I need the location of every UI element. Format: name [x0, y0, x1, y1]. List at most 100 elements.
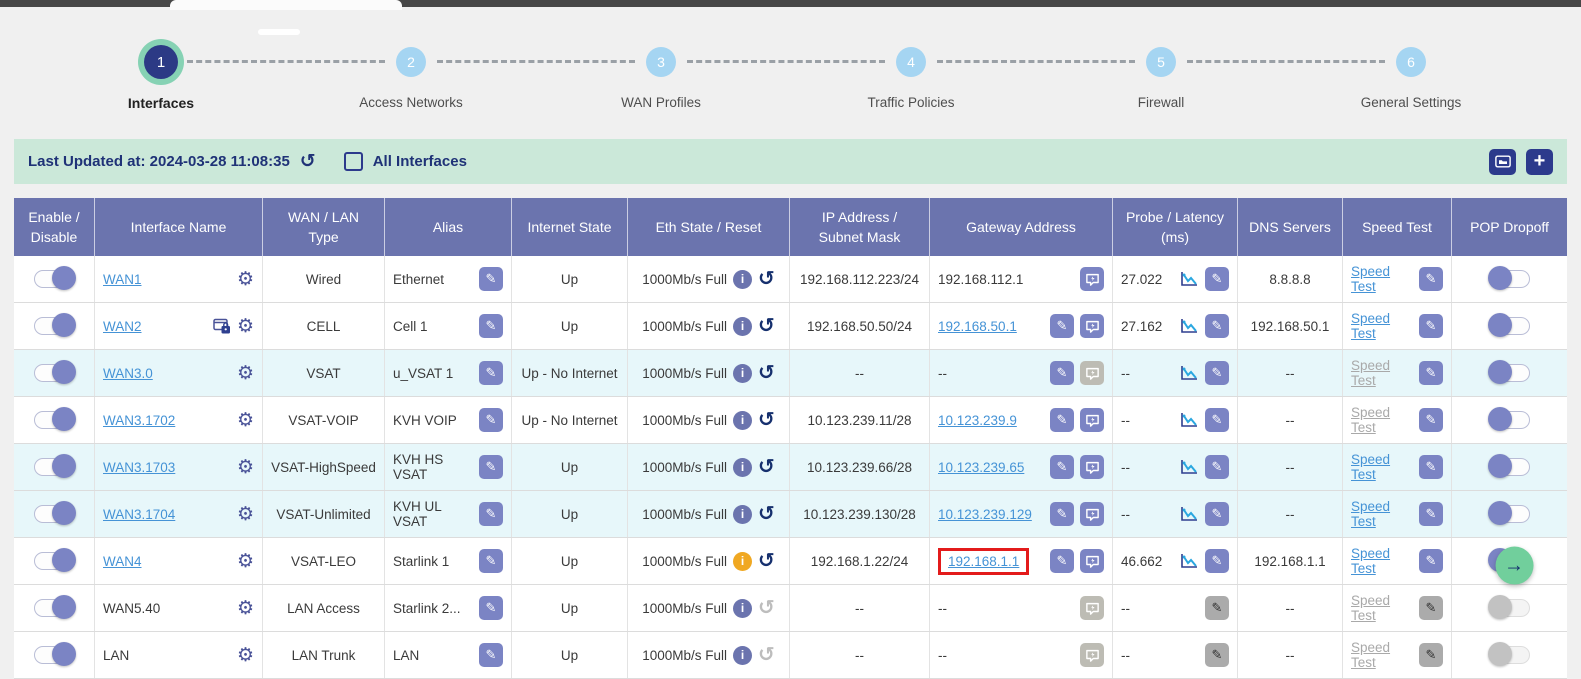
enable-toggle[interactable] [34, 505, 74, 523]
settings-gear-icon[interactable]: ⚙ [237, 364, 254, 383]
alias-edit-button[interactable]: ✎ [479, 502, 503, 526]
eth-reset-icon[interactable]: ↺ [758, 410, 775, 430]
settings-gear-icon[interactable]: ⚙ [237, 411, 254, 430]
refresh-icon[interactable]: ↺ [300, 152, 316, 171]
pop-dropoff-toggle[interactable] [1490, 411, 1530, 429]
pop-dropoff-toggle[interactable] [1490, 646, 1530, 664]
gateway-edit-button[interactable]: ✎ [1050, 455, 1074, 479]
alias-edit-button[interactable]: ✎ [479, 643, 503, 667]
speed-test-link[interactable]: Speed Test [1351, 546, 1413, 576]
eth-info-icon[interactable]: i [733, 599, 752, 618]
eth-reset-icon[interactable]: ↺ [758, 363, 775, 383]
add-interface-button[interactable]: + [1526, 149, 1553, 175]
speed-test-edit-button[interactable]: ✎ [1419, 408, 1443, 432]
alias-edit-button[interactable]: ✎ [479, 549, 503, 573]
interface-name-link[interactable]: WAN3.1704 [103, 507, 175, 522]
settings-gear-icon[interactable]: ⚙ [237, 505, 254, 524]
settings-gear-icon[interactable]: ⚙ [237, 458, 254, 477]
alias-edit-button[interactable]: ✎ [479, 408, 503, 432]
enable-toggle[interactable] [34, 599, 74, 617]
probe-edit-button[interactable]: ✎ [1205, 361, 1229, 385]
alias-edit-button[interactable]: ✎ [479, 314, 503, 338]
gateway-link[interactable]: 192.168.50.1 [938, 319, 1017, 334]
alias-edit-button[interactable]: ✎ [479, 361, 503, 385]
eth-reset-icon[interactable]: ↺ [758, 316, 775, 336]
sim-lock-icon[interactable] [213, 317, 231, 335]
probe-edit-button[interactable]: ✎ [1205, 455, 1229, 479]
gateway-edit-button[interactable]: ✎ [1050, 549, 1074, 573]
probe-edit-button[interactable]: ✎ [1205, 408, 1229, 432]
ping-console-icon[interactable] [1080, 361, 1104, 385]
enable-toggle[interactable] [34, 411, 74, 429]
gateway-link[interactable]: 192.168.1.1 [948, 554, 1019, 569]
step-circle-general-settings[interactable]: 6 [1396, 47, 1426, 77]
settings-gear-icon[interactable]: ⚙ [237, 317, 254, 336]
window-view-button[interactable] [1489, 149, 1516, 175]
pop-dropoff-toggle[interactable] [1490, 364, 1530, 382]
step-circle-access-networks[interactable]: 2 [396, 47, 426, 77]
eth-info-icon[interactable]: i [733, 317, 752, 336]
eth-info-icon[interactable]: i [733, 411, 752, 430]
enable-toggle[interactable] [34, 552, 74, 570]
interface-name-link[interactable]: WAN2 [103, 319, 142, 334]
latency-chart-icon[interactable] [1179, 317, 1199, 335]
probe-edit-button[interactable]: ✎ [1205, 267, 1229, 291]
ping-console-icon[interactable] [1080, 502, 1104, 526]
enable-toggle[interactable] [34, 646, 74, 664]
settings-gear-icon[interactable]: ⚙ [237, 552, 254, 571]
pop-dropoff-toggle[interactable] [1490, 599, 1530, 617]
settings-gear-icon[interactable]: ⚙ [237, 646, 254, 665]
speed-test-edit-button[interactable]: ✎ [1419, 502, 1443, 526]
enable-toggle[interactable] [34, 364, 74, 382]
enable-toggle[interactable] [34, 270, 74, 288]
speed-test-edit-button[interactable]: ✎ [1419, 643, 1443, 667]
speed-test-edit-button[interactable]: ✎ [1419, 267, 1443, 291]
eth-info-icon[interactable]: i [733, 505, 752, 524]
gateway-edit-button[interactable]: ✎ [1050, 314, 1074, 338]
settings-gear-icon[interactable]: ⚙ [237, 599, 254, 618]
probe-edit-button[interactable]: ✎ [1205, 596, 1229, 620]
speed-test-edit-button[interactable]: ✎ [1419, 361, 1443, 385]
ping-console-icon[interactable] [1080, 408, 1104, 432]
alias-edit-button[interactable]: ✎ [479, 267, 503, 291]
next-action-button[interactable]: → [1495, 547, 1533, 585]
step-circle-firewall[interactable]: 5 [1146, 47, 1176, 77]
latency-chart-icon[interactable] [1179, 505, 1199, 523]
eth-reset-icon[interactable]: ↺ [758, 645, 775, 665]
pop-dropoff-toggle[interactable] [1490, 270, 1530, 288]
gateway-edit-button[interactable]: ✎ [1050, 408, 1074, 432]
eth-info-icon[interactable]: i [733, 270, 752, 289]
probe-edit-button[interactable]: ✎ [1205, 549, 1229, 573]
pop-dropoff-toggle[interactable] [1490, 317, 1530, 335]
speed-test-edit-button[interactable]: ✎ [1419, 455, 1443, 479]
speed-test-edit-button[interactable]: ✎ [1419, 314, 1443, 338]
speed-test-link[interactable]: Speed Test [1351, 452, 1413, 482]
speed-test-link[interactable]: Speed Test [1351, 264, 1413, 294]
ping-console-icon[interactable] [1080, 549, 1104, 573]
ping-console-icon[interactable] [1080, 267, 1104, 291]
pop-dropoff-toggle[interactable] [1490, 458, 1530, 476]
enable-toggle[interactable] [34, 458, 74, 476]
interface-name-link[interactable]: WAN3.0 [103, 366, 153, 381]
eth-info-icon[interactable]: i [733, 458, 752, 477]
gateway-link[interactable]: 10.123.239.9 [938, 413, 1017, 428]
interface-name-link[interactable]: WAN4 [103, 554, 142, 569]
gateway-link[interactable]: 10.123.239.65 [938, 460, 1024, 475]
gateway-link[interactable]: 10.123.239.129 [938, 507, 1032, 522]
all-interfaces-checkbox[interactable] [344, 152, 363, 171]
speed-test-edit-button[interactable]: ✎ [1419, 596, 1443, 620]
eth-info-icon[interactable]: i [733, 646, 752, 665]
enable-toggle[interactable] [34, 317, 74, 335]
step-circle-traffic-policies[interactable]: 4 [896, 47, 926, 77]
ping-console-icon[interactable] [1080, 643, 1104, 667]
eth-info-icon[interactable]: i [733, 552, 752, 571]
probe-edit-button[interactable]: ✎ [1205, 643, 1229, 667]
latency-chart-icon[interactable] [1179, 270, 1199, 288]
interface-name-link[interactable]: WAN3.1702 [103, 413, 175, 428]
eth-info-icon[interactable]: i [733, 364, 752, 383]
pop-dropoff-toggle[interactable] [1490, 505, 1530, 523]
speed-test-edit-button[interactable]: ✎ [1419, 549, 1443, 573]
latency-chart-icon[interactable] [1179, 411, 1199, 429]
eth-reset-icon[interactable]: ↺ [758, 551, 775, 571]
gateway-edit-button[interactable]: ✎ [1050, 502, 1074, 526]
